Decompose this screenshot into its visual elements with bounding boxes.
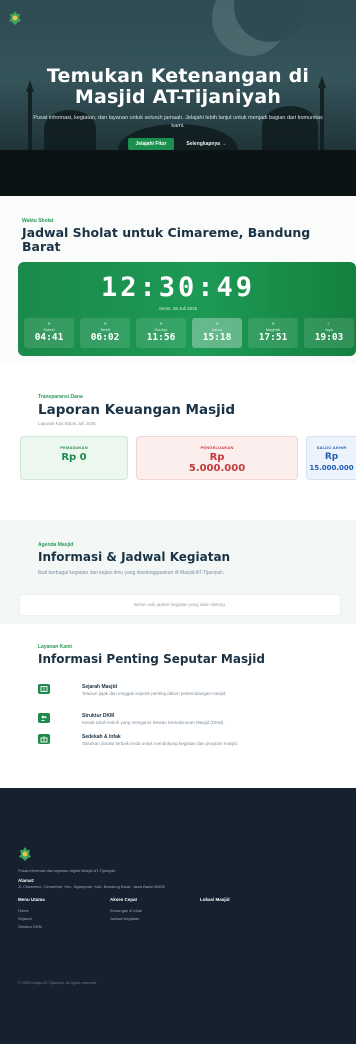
balance-label: SALDO AKHIR	[316, 445, 347, 450]
agenda-kicker: Agenda Masjid	[38, 542, 74, 548]
expense-value-currency: Rp	[209, 452, 225, 463]
book-icon	[38, 684, 50, 694]
prayer-slot-time: 15:18	[202, 332, 232, 343]
current-time: 12:30:49	[100, 272, 256, 303]
prayer-slot-time: 17:51	[258, 332, 288, 343]
balance-value-currency: Rp	[324, 452, 339, 462]
finance-title: Laporan Keuangan Masjid	[38, 402, 236, 418]
footer-menu-column: Menu Utama Home Sejarah Struktur DKM	[18, 897, 45, 931]
mosque-logo-icon[interactable]	[18, 846, 32, 862]
expense-label: PENGELUARAN	[200, 445, 234, 450]
balance-value-amount: 15.000.000	[309, 464, 354, 472]
agenda-title: Informasi & Jadwal Kegiatan	[38, 550, 231, 564]
mosque-logo-icon[interactable]	[8, 10, 22, 26]
hero-section: Temukan Ketenangan di Masjid AT-Tijaniya…	[0, 0, 356, 196]
hero-subtitle: Pusat informasi, kegiatan, dan layanan u…	[33, 115, 323, 129]
site-footer: Pusat informasi dan layanan digital Masj…	[0, 788, 356, 1044]
prayer-slot-maghrib: ☀ Maghrib 17:51	[248, 318, 298, 348]
income-card: PEMASUKAN Rp 0	[20, 436, 128, 480]
current-date: Senin, 28 Juli 2025	[158, 306, 198, 311]
agenda-empty-state: Belum ada jadwal kegiatan yang akan data…	[20, 595, 340, 615]
prayer-slot-time: 04:41	[34, 332, 64, 343]
footer-link-struktur[interactable]: Struktur DKM	[18, 923, 45, 931]
explore-features-button[interactable]: Jelajahi Fitur	[127, 138, 175, 150]
services-section: Layanan Kami Informasi Penting Seputar M…	[0, 624, 356, 788]
prayer-slot-time: 06:02	[90, 332, 120, 343]
prayer-slots: ☀ Subuh 04:41 ☀ Terbit 06:02 ☀ Dzuhur 11…	[24, 318, 356, 348]
finance-subtitle: Laporan Kas Bulan Juli 2025	[38, 421, 96, 426]
finance-section: Transparansi Dana Laporan Keuangan Masji…	[0, 380, 356, 498]
service-description: Kenali tokoh-tokoh yang mengurus Dewan K…	[82, 720, 225, 725]
users-icon	[38, 713, 50, 723]
learn-more-link[interactable]: Selengkapnya →	[184, 138, 228, 150]
finance-kicker: Transparansi Dana	[38, 394, 83, 400]
hero-title-line2: Masjid AT-Tijaniyah	[74, 86, 282, 108]
agenda-section: Agenda Masjid Informasi & Jadwal Kegiata…	[0, 520, 356, 624]
footer-link-kegiatan[interactable]: Jadwal Kegiatan	[110, 915, 142, 923]
footer-quick-heading: Akses Cepat	[110, 897, 138, 902]
footer-description: Pusat informasi dan layanan digital Masj…	[18, 868, 117, 873]
services-kicker: Layanan Kami	[38, 644, 72, 650]
prayer-slot-dzuhur: ☀ Dzuhur 11:56	[136, 318, 186, 348]
service-description: Telusuri jejak dan tonggak sejarah penti…	[82, 691, 227, 696]
footer-copyright: © 2025 Masjid AT-Tijaniyah. All rights r…	[18, 981, 98, 985]
services-title: Informasi Penting Seputar Masjid	[38, 652, 265, 666]
service-title: Struktur DKM	[82, 713, 115, 719]
service-title: Sejarah Masjid	[82, 684, 118, 690]
footer-link-keuangan[interactable]: Keuangan & Infak	[110, 907, 142, 915]
hero-actions: Jelajahi Fitur Selengkapnya →	[0, 138, 356, 150]
prayer-slot-time: 11:56	[146, 332, 176, 343]
hero-title: Temukan Ketenangan di Masjid AT-Tijaniya…	[0, 66, 356, 108]
footer-link-sejarah[interactable]: Sejarah	[18, 915, 45, 923]
footer-address: Jl. Cimareme, Cimareme, Kec. Ngamprah, K…	[18, 884, 165, 889]
footer-location-heading: Lokasi Masjid	[200, 897, 230, 902]
gift-icon	[38, 734, 50, 744]
service-description: Salurkan donasi terbaik Anda untuk mendu…	[82, 741, 239, 746]
footer-address-heading: Alamat:	[18, 878, 35, 883]
income-label: PEMASUKAN	[60, 445, 88, 450]
prayer-slot-ashar: ☀ Ashar 15:18	[192, 318, 242, 348]
footer-location-column: Lokasi Masjid	[200, 897, 230, 907]
prayer-title: Jadwal Sholat untuk Cimareme, Bandung Ba…	[22, 225, 311, 254]
expense-card: PENGELUARAN Rp 5.000.000	[136, 436, 298, 480]
service-title: Sedekah & Infak	[82, 734, 121, 740]
prayer-slot-subuh: ☀ Subuh 04:41	[24, 318, 74, 348]
balance-card: SALDO AKHIR Rp 15.000.000	[306, 436, 356, 480]
hero-title-line1: Temukan Ketenangan di	[46, 65, 310, 87]
prayer-times-section: Waktu Sholat Jadwal Sholat untuk Cimarem…	[0, 196, 356, 364]
footer-menu-heading: Menu Utama	[18, 897, 45, 902]
agenda-description: Ikuti berbagai kegiatan dan kajian ilmu …	[38, 570, 225, 576]
prayer-slot-terbit: ☀ Terbit 06:02	[80, 318, 130, 348]
prayer-clock-card: 12:30:49 Senin, 28 Juli 2025 ☀ Subuh 04:…	[18, 262, 356, 356]
prayer-slot-isya: ☾ Isya 19:03	[304, 318, 354, 348]
footer-quick-column: Akses Cepat Keuangan & Infak Jadwal Kegi…	[110, 897, 142, 923]
expense-value-amount: 5.000.000	[188, 463, 246, 474]
footer-link-home[interactable]: Home	[18, 907, 45, 915]
income-value: Rp 0	[61, 452, 87, 463]
prayer-kicker: Waktu Sholat	[22, 218, 54, 224]
prayer-slot-time: 19:03	[314, 332, 344, 343]
